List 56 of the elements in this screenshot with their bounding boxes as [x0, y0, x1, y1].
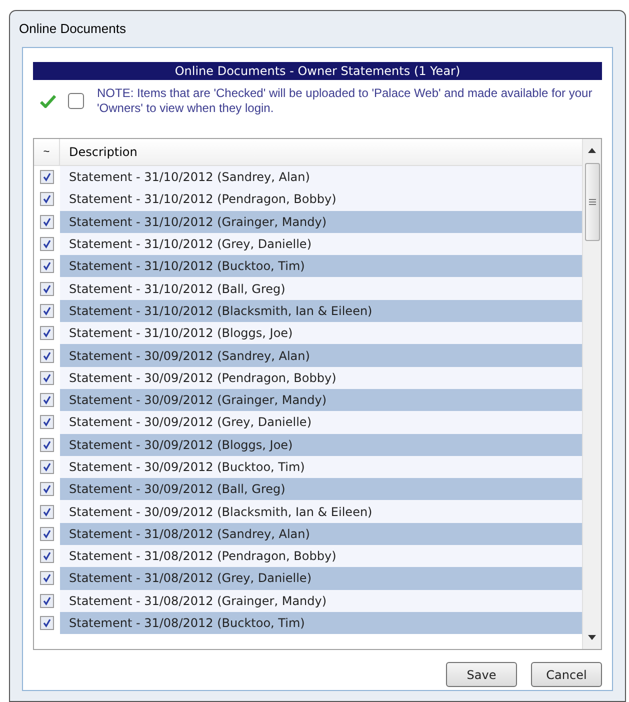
- checkbox[interactable]: [40, 504, 54, 519]
- table-row[interactable]: Statement - 30/09/2012 (Sandrey, Alan): [60, 344, 582, 367]
- scroll-up-icon[interactable]: [588, 148, 596, 153]
- table-row[interactable]: Statement - 31/10/2012 (Bloggs, Joe): [60, 322, 582, 344]
- scroll-down-icon[interactable]: [588, 635, 596, 640]
- checkbox[interactable]: [40, 259, 54, 274]
- table-row[interactable]: Statement - 31/10/2012 (Ball, Greg): [60, 277, 582, 300]
- table-row[interactable]: Statement - 31/08/2012 (Pendragon, Bobby): [60, 545, 582, 568]
- checkbox[interactable]: [40, 415, 54, 430]
- checkbox[interactable]: [40, 482, 54, 496]
- checkbox[interactable]: [40, 526, 54, 541]
- checkmark-icon[interactable]: [40, 94, 56, 108]
- table-row[interactable]: Statement - 31/10/2012 (Bucktoo, Tim): [60, 255, 582, 278]
- table-row[interactable]: Statement - 30/09/2012 (Grey, Danielle): [60, 411, 582, 434]
- checkbox[interactable]: [40, 214, 54, 229]
- window-title: Online Documents: [19, 20, 126, 38]
- table-row[interactable]: Statement - 31/08/2012 (Grey, Danielle): [60, 567, 582, 590]
- note-text: NOTE: Items that are 'Checked' will be uploaded to 'Palace Web' and made available for your 'Owners' to view when they login.: [97, 86, 594, 116]
- table-row[interactable]: Statement - 30/09/2012 (Blacksmith, Ian & Eileen): [60, 500, 582, 523]
- scrollbar-thumb[interactable]: [584, 163, 600, 241]
- checkbox[interactable]: [68, 93, 84, 109]
- table-row[interactable]: Statement - 30/09/2012 (Bucktoo, Tim): [60, 456, 582, 478]
- checkbox[interactable]: [40, 170, 54, 184]
- table-row[interactable]: Statement - 30/09/2012 (Grainger, Mandy): [60, 388, 582, 412]
- table-row[interactable]: Statement - 31/08/2012 (Grainger, Mandy): [60, 590, 582, 612]
- dialog-button[interactable]: Cancel: [531, 662, 602, 687]
- grip-icon: [588, 199, 596, 205]
- dialog-button[interactable]: Save: [446, 662, 517, 687]
- checkbox[interactable]: [40, 616, 54, 630]
- table-row[interactable]: Statement - 31/08/2012 (Bucktoo, Tim): [60, 612, 582, 634]
- table-row[interactable]: Statement - 31/10/2012 (Sandrey, Alan): [60, 166, 582, 188]
- checkbox[interactable]: [40, 571, 54, 586]
- table-row[interactable]: Statement - 31/10/2012 (Blacksmith, Ian & Eileen): [60, 300, 582, 322]
- table-row[interactable]: Statement - 31/10/2012 (Grey, Danielle): [60, 232, 582, 256]
- table-row[interactable]: Statement - 31/10/2012 (Grainger, Mandy): [60, 210, 582, 233]
- checkbox[interactable]: [40, 348, 54, 363]
- column-header[interactable]: Description: [60, 139, 582, 165]
- checkbox[interactable]: [40, 304, 54, 318]
- checkbox[interactable]: [40, 460, 54, 474]
- checkbox[interactable]: [40, 549, 54, 564]
- table-row[interactable]: Statement - 31/08/2012 (Sandrey, Alan): [60, 522, 582, 546]
- table-row[interactable]: Statement - 30/09/2012 (Pendragon, Bobby): [60, 366, 582, 389]
- table-row[interactable]: Statement - 30/09/2012 (Ball, Greg): [60, 478, 582, 500]
- column-header[interactable]: ~: [34, 139, 60, 165]
- checkbox[interactable]: [40, 237, 54, 252]
- table-row[interactable]: Statement - 30/09/2012 (Bloggs, Joe): [60, 434, 582, 456]
- checkbox[interactable]: [40, 326, 54, 340]
- checkbox[interactable]: [40, 192, 54, 206]
- scrollbar[interactable]: [582, 139, 601, 649]
- checkbox[interactable]: [40, 370, 54, 385]
- checkbox[interactable]: [40, 282, 54, 296]
- checkbox[interactable]: [40, 594, 54, 608]
- banner-title: Online Documents - Owner Statements (1 Year): [33, 62, 602, 80]
- checkbox[interactable]: [40, 393, 54, 408]
- checkbox[interactable]: [40, 438, 54, 452]
- table-row[interactable]: Statement - 31/10/2012 (Pendragon, Bobby): [60, 188, 582, 211]
